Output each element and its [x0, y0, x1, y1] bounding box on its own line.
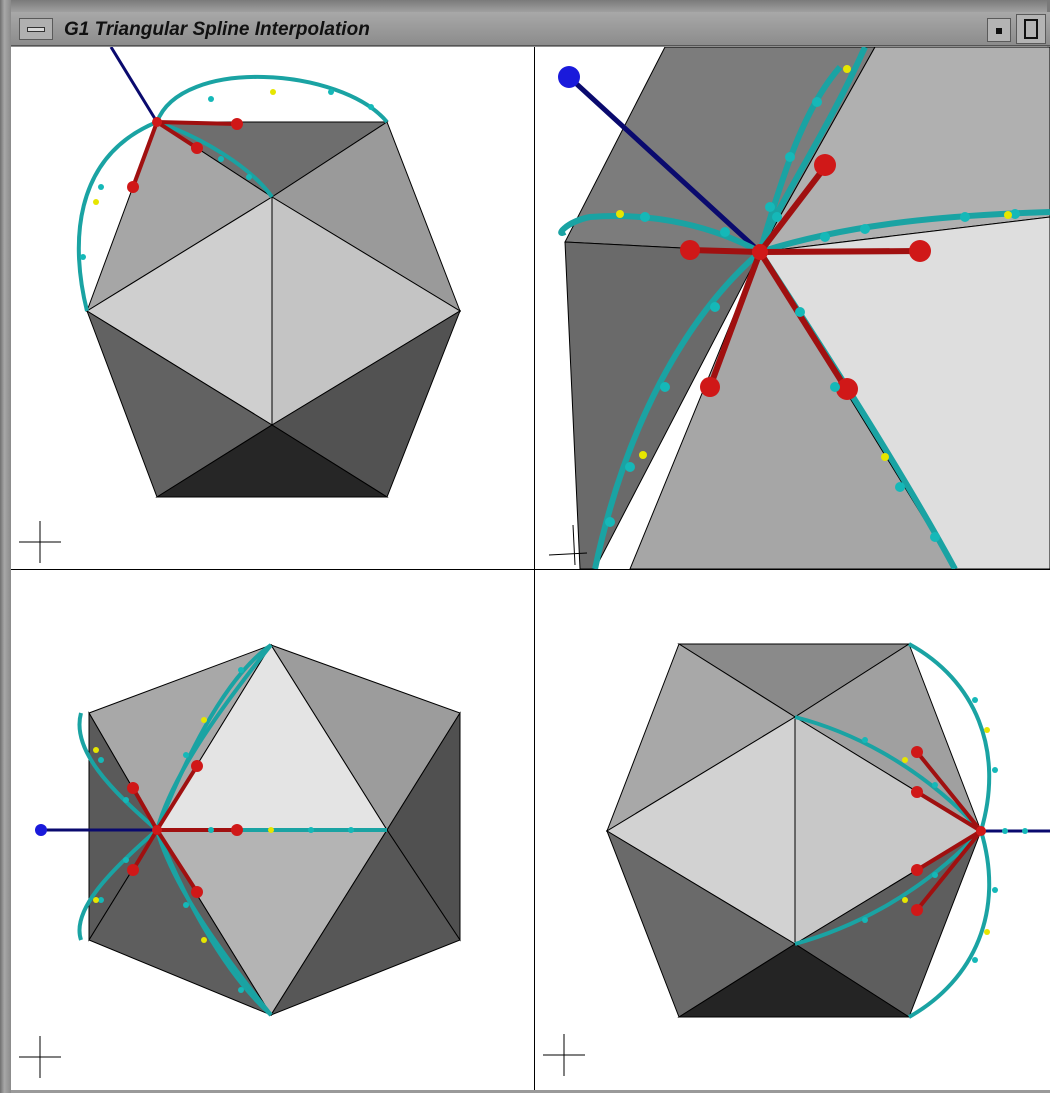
window-frame-left[interactable] — [0, 0, 11, 1093]
window-title: G1 Triangular Spline Interpolation — [64, 19, 370, 40]
viewport-bottom-left[interactable] — [11, 570, 534, 1090]
viewport-top-left[interactable] — [11, 47, 534, 569]
application-window: G1 Triangular Spline Interpolation — [0, 0, 1050, 1093]
icosahedron-render-side — [19, 643, 461, 1078]
minimize-button[interactable] — [987, 18, 1011, 42]
window-frame-top — [0, 0, 1050, 12]
axis-cross-icon — [19, 1036, 61, 1078]
icosahedron-render-opposite-side — [543, 642, 1050, 1076]
viewport-divider-horizontal[interactable] — [11, 569, 1050, 570]
icosahedron-render-closeup — [535, 47, 1050, 569]
maximize-icon — [1024, 19, 1038, 39]
axis-cross-icon — [19, 521, 61, 563]
maximize-button[interactable] — [1016, 14, 1046, 44]
window-menu-button[interactable] — [19, 18, 53, 40]
minimize-icon — [996, 28, 1002, 34]
viewport-bottom-right[interactable] — [535, 570, 1050, 1090]
icosahedron-render-front — [19, 47, 462, 563]
window-menu-icon — [27, 27, 45, 32]
axis-cross-icon — [543, 1034, 585, 1076]
viewport-grid — [11, 47, 1050, 1090]
title-bar[interactable]: G1 Triangular Spline Interpolation — [11, 12, 1050, 46]
viewport-top-right[interactable] — [535, 47, 1050, 569]
